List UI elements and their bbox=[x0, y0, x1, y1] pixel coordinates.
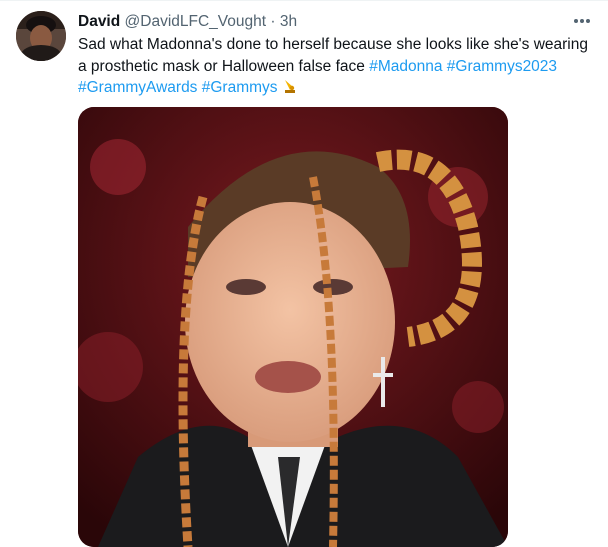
avatar-photo bbox=[16, 11, 66, 61]
hashtag-madonna[interactable]: #Madonna bbox=[369, 58, 442, 75]
photo-madonna bbox=[78, 107, 508, 547]
avatar[interactable] bbox=[16, 11, 66, 61]
hashtag-grammys2023[interactable]: #Grammys2023 bbox=[447, 58, 557, 75]
tweet-text: Sad what Madonna's done to herself becau… bbox=[78, 34, 598, 99]
author-handle[interactable]: @DavidLFC_Vought bbox=[125, 13, 267, 30]
separator-dot: · bbox=[270, 13, 276, 30]
tweet-image[interactable] bbox=[78, 107, 508, 547]
more-options-button[interactable] bbox=[566, 9, 598, 33]
tweet-timestamp[interactable]: 3h bbox=[280, 13, 297, 30]
tweet-header: David @DavidLFC_Vought · 3h bbox=[78, 12, 297, 32]
author-name[interactable]: David bbox=[78, 13, 120, 30]
hashtag-grammys[interactable]: #Grammys bbox=[202, 79, 278, 96]
gramophone-emoji bbox=[284, 80, 295, 93]
tweet[interactable]: David @DavidLFC_Vought · 3h Sad what Mad… bbox=[0, 0, 608, 547]
more-horizontal-icon bbox=[574, 19, 590, 23]
hashtag-grammyawards[interactable]: #GrammyAwards bbox=[78, 79, 197, 96]
